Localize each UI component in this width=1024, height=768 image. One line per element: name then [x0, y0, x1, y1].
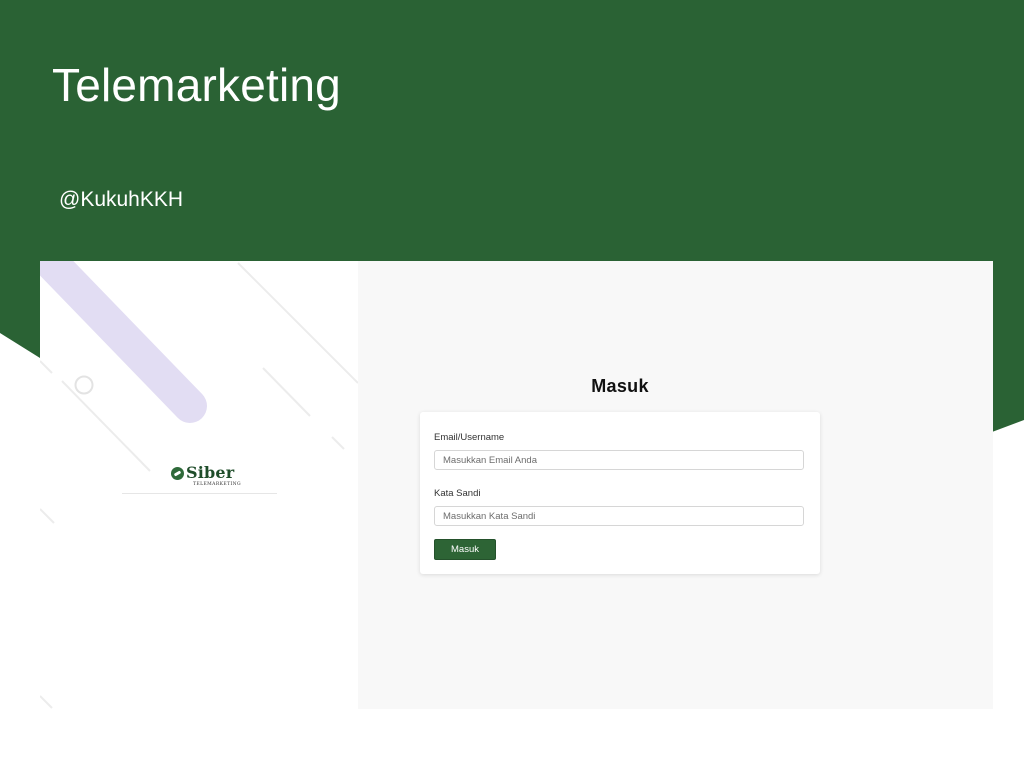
logo-divider [122, 493, 277, 494]
slide-title: Telemarketing [52, 59, 341, 111]
login-title: Masuk [591, 376, 649, 396]
password-label: Kata Sandi [434, 488, 481, 499]
password-input[interactable] [434, 506, 804, 526]
siber-logo: Siber TELEMARKETING [171, 463, 261, 490]
login-page-screenshot: Siber TELEMARKETING Masuk Email/Username… [40, 261, 993, 709]
login-button[interactable]: Masuk [434, 539, 496, 560]
email-input[interactable] [434, 450, 804, 470]
login-form-card: Email/Username Kata Sandi Masuk [420, 412, 820, 574]
logo-tagline: TELEMARKETING [193, 482, 241, 487]
siber-logo-icon [171, 467, 184, 480]
email-label: Email/Username [434, 432, 505, 443]
decorative-left-panel: Siber TELEMARKETING [40, 261, 358, 709]
logo-brand-text: Siber [186, 463, 235, 482]
login-panel: Masuk Email/Username Kata Sandi Masuk [358, 261, 993, 709]
slide-author-handle: @KukuhKKH [59, 188, 184, 211]
